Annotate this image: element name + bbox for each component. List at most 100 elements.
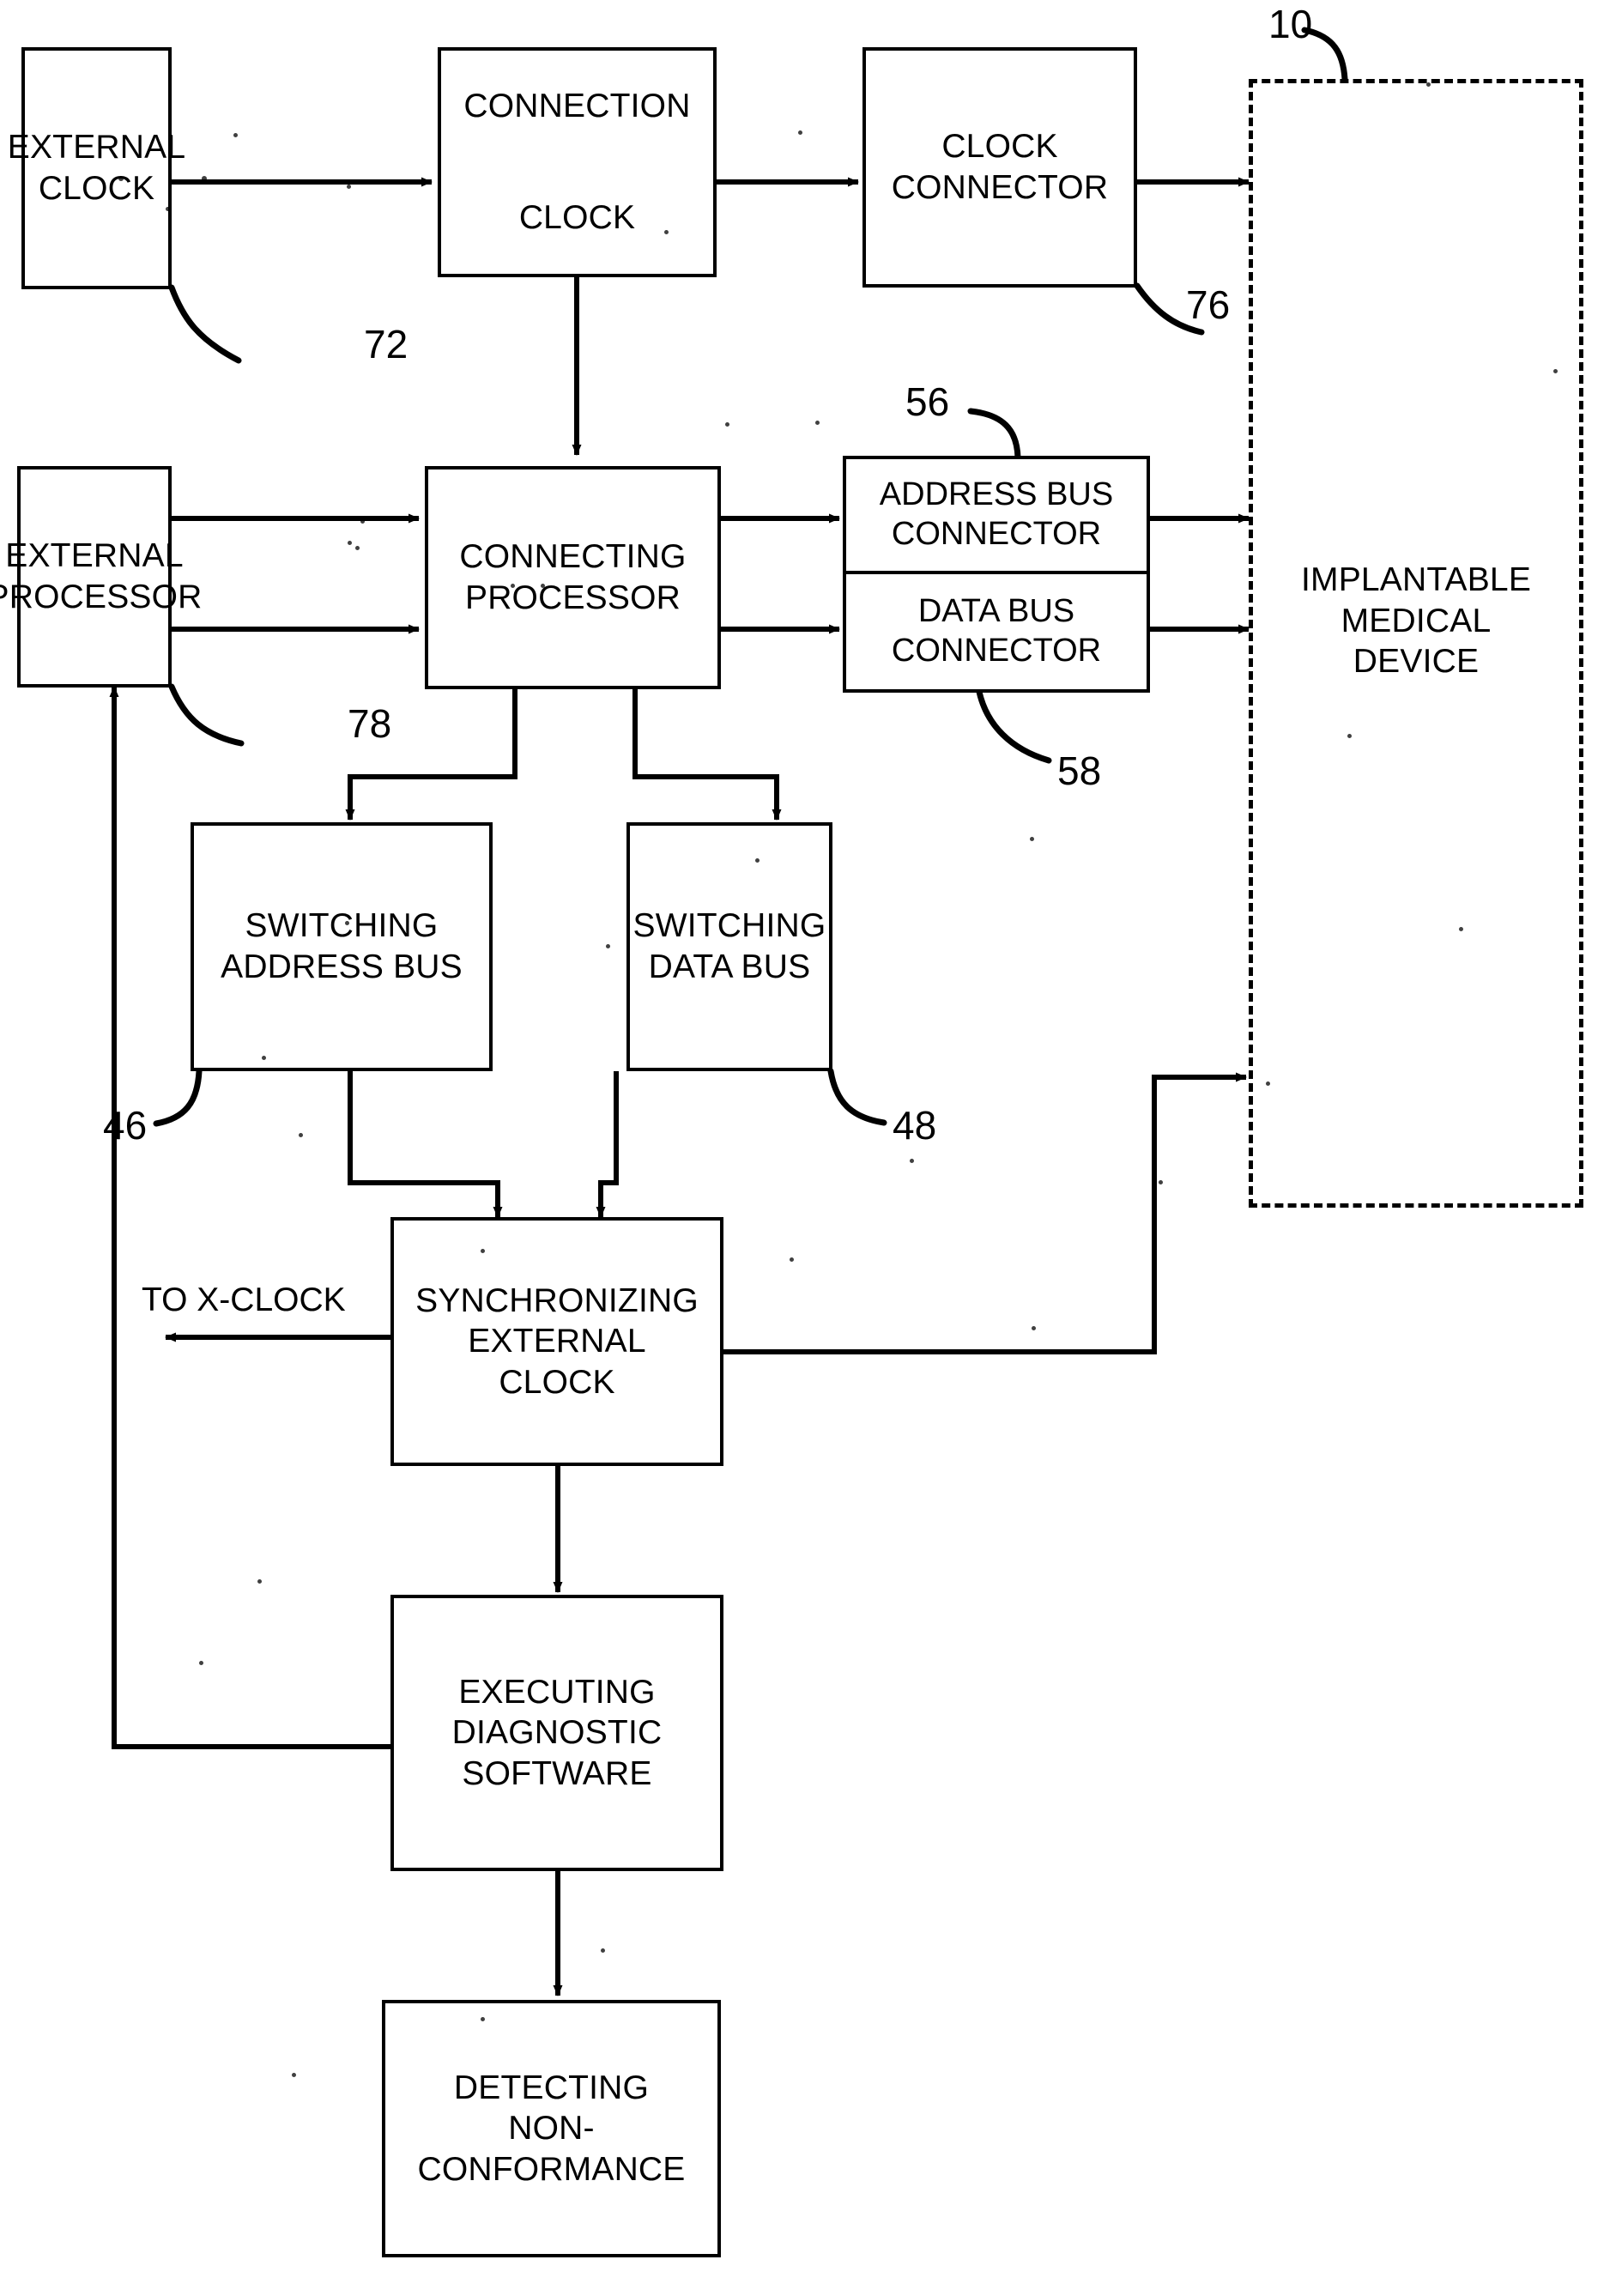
block-label-line: CONNECTION — [463, 87, 691, 124]
arrow-swdatabus-to-syncclock — [596, 1071, 619, 1218]
block-label-line: SYNCHRONIZING — [415, 1281, 699, 1319]
scan-speck — [815, 421, 820, 425]
scan-speck — [199, 1661, 203, 1665]
scan-speck — [1347, 734, 1352, 738]
leader-72 — [168, 284, 242, 364]
block-label-line: CLOCK — [499, 1363, 615, 1401]
scan-speck — [345, 921, 349, 925]
block-external-clock: EXTERNAL CLOCK — [8, 47, 185, 289]
leader-56 — [967, 408, 1021, 461]
scan-speck — [481, 1249, 485, 1253]
scan-speck — [725, 422, 729, 427]
block-label-line: NON- — [508, 2110, 595, 2148]
scan-speck — [481, 2017, 485, 2021]
label-to-x-clock: TO X-CLOCK — [142, 1281, 346, 1318]
block-label-line: PROCESSOR — [464, 579, 681, 616]
scan-speck — [541, 584, 545, 588]
scan-speck — [755, 858, 760, 863]
block-label-line: SOFTWARE — [462, 1754, 652, 1792]
arrow-swaddrbus-to-syncclock — [348, 1071, 503, 1218]
block-label-line: CLOCK — [518, 198, 636, 236]
arrow-syncclock-to-imd — [723, 1072, 1247, 1354]
leader-58 — [976, 688, 1052, 764]
scan-speck — [1030, 837, 1034, 841]
block-label-line: DEVICE — [1353, 643, 1480, 681]
leader-46 — [153, 1068, 203, 1127]
block-label-line: ADDRESS BUS — [221, 948, 463, 985]
scan-speck — [1266, 1081, 1270, 1086]
block-bus-connector-stack: ADDRESS BUS CONNECTOR DATA BUS CONNECTOR — [843, 456, 1150, 693]
block-data-bus-connector: DATA BUS CONNECTOR — [846, 574, 1147, 689]
reference-numeral-78: 78 — [348, 701, 392, 746]
block-label-line: DIAGNOSTIC — [451, 1714, 663, 1752]
block-label-line: MEDICAL — [1341, 602, 1492, 639]
block-connection-clock: CONNECTION — [438, 47, 717, 165]
block-detecting-non-conformance: DETECTING NON- CONFORMANCE — [382, 2000, 721, 2257]
scan-speck — [790, 1257, 794, 1262]
scan-speck — [355, 546, 360, 550]
scan-speck — [1459, 927, 1463, 931]
block-connection-clock-lower: CLOCK — [438, 161, 717, 277]
scan-speck — [348, 541, 352, 545]
block-label-line: PROCESSOR — [0, 579, 203, 615]
scan-speck — [360, 519, 365, 524]
block-label-line: SWITCHING — [632, 907, 826, 945]
block-switching-address-bus: SWITCHING ADDRESS BUS — [191, 822, 493, 1071]
scan-speck — [233, 133, 238, 137]
leader-48 — [827, 1068, 887, 1126]
scan-speck — [1553, 369, 1558, 373]
block-executing-diagnostic-software: EXECUTING DIAGNOSTIC SOFTWARE — [390, 1595, 723, 1871]
block-external-processor: EXTERNAL PROCESSOR — [0, 466, 202, 688]
block-implantable-medical-device: IMPLANTABLE MEDICAL DEVICE — [1249, 79, 1583, 1208]
scan-speck — [202, 176, 207, 181]
reference-numeral-58: 58 — [1057, 748, 1102, 793]
leader-78 — [168, 683, 245, 747]
block-label-line: EXTERNAL — [5, 537, 184, 575]
block-label-line: EXTERNAL — [468, 1323, 646, 1360]
block-label-line: EXECUTING — [458, 1673, 656, 1711]
scan-speck — [166, 207, 170, 211]
block-label-line: CONNECTOR — [891, 169, 1109, 206]
block-label-line: IMPLANTABLE — [1300, 561, 1532, 598]
patent-figure-sheet: EXTERNAL CLOCK CONNECTION CLOCK CLOCK CO… — [0, 0, 1622, 2296]
block-label-line: CLOCK — [38, 170, 155, 207]
block-label-line: CONFORMANCE — [417, 2150, 686, 2188]
scan-speck — [511, 584, 515, 588]
block-address-bus-connector: ADDRESS BUS CONNECTOR — [846, 459, 1147, 574]
reference-numeral-46: 46 — [103, 1103, 148, 1148]
scan-speck — [262, 1056, 266, 1060]
block-label-line: SWITCHING — [245, 907, 439, 945]
scan-speck — [910, 1159, 914, 1163]
scan-speck — [347, 185, 351, 189]
scan-speck — [606, 944, 610, 948]
block-label-line: CONNECTING — [459, 538, 687, 576]
scan-speck — [1159, 1180, 1163, 1184]
scan-speck — [299, 1133, 303, 1137]
scan-speck — [664, 230, 669, 234]
block-label-line: EXTERNAL — [7, 129, 186, 167]
block-switching-data-bus: SWITCHING DATA BUS — [626, 822, 832, 1071]
scan-speck — [1426, 82, 1431, 87]
reference-numeral-48: 48 — [893, 1103, 937, 1148]
block-synchronizing-external-clock: SYNCHRONIZING EXTERNAL CLOCK — [390, 1217, 723, 1466]
scan-speck — [1032, 1326, 1036, 1330]
block-label-line: ADDRESS BUS — [879, 476, 1114, 513]
reference-numeral-10: 10 — [1268, 2, 1313, 46]
arrow-connproc-to-swdatabus — [632, 689, 782, 821]
block-label-line: DATA BUS — [917, 593, 1075, 630]
block-connecting-processor: CONNECTING PROCESSOR — [425, 466, 721, 689]
block-clock-connector: CLOCK CONNECTOR — [862, 47, 1137, 288]
scan-speck — [601, 1948, 605, 1953]
scan-speck — [257, 1579, 262, 1584]
block-label-line: CONNECTOR — [891, 633, 1102, 669]
scan-speck — [798, 130, 802, 135]
scan-speck — [292, 2073, 296, 2077]
reference-numeral-76: 76 — [1186, 282, 1231, 327]
reference-numeral-72: 72 — [364, 322, 409, 367]
block-label-line: CONNECTOR — [891, 516, 1102, 552]
block-label-line: CLOCK — [941, 128, 1058, 166]
block-label-line: DATA BUS — [648, 948, 811, 985]
scan-speck — [118, 176, 124, 181]
reference-numeral-56: 56 — [905, 379, 950, 424]
block-label-line: DETECTING — [453, 2069, 650, 2106]
